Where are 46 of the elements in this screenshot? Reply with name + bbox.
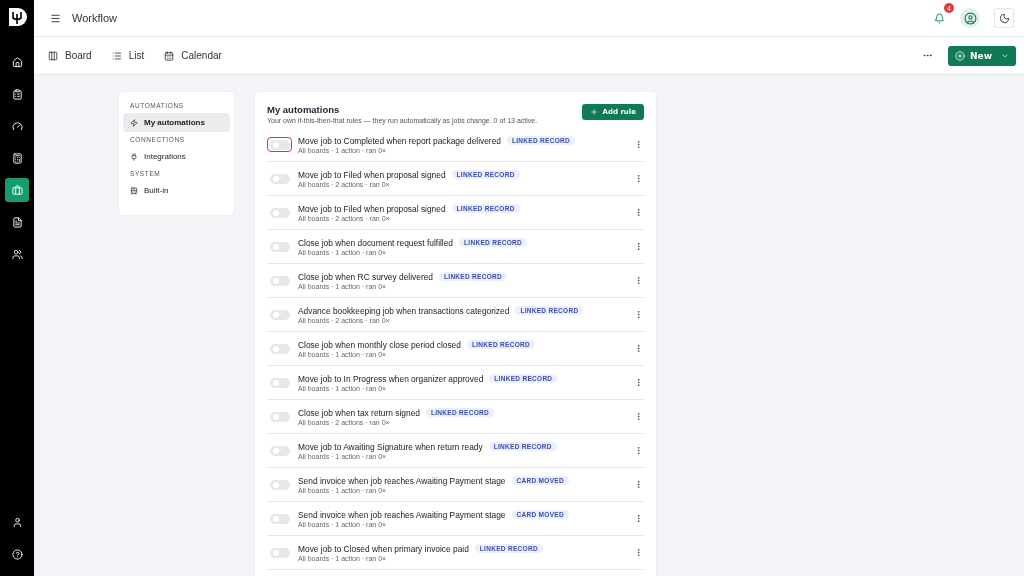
view-tab[interactable]: List bbox=[103, 46, 153, 65]
toggle-switch[interactable] bbox=[269, 411, 290, 422]
toggle-switch[interactable] bbox=[269, 173, 290, 184]
briefcase-nav-icon[interactable] bbox=[5, 178, 29, 202]
rule-name: Move job to Completed when report package delivered bbox=[298, 135, 501, 146]
avatar-icon[interactable] bbox=[960, 8, 980, 28]
toggle-switch[interactable] bbox=[269, 343, 290, 354]
toggle-switch[interactable] bbox=[269, 275, 290, 286]
train-icon bbox=[130, 186, 138, 195]
toggle-switch[interactable] bbox=[269, 241, 290, 252]
plus-circle-icon bbox=[955, 50, 966, 61]
rule-name: Close job when RC survey delivered bbox=[298, 271, 433, 282]
view-tab[interactable]: Board bbox=[40, 46, 100, 65]
rule-name: Move job to Closed when primary invoice paid bbox=[298, 543, 469, 554]
panel-title: My automations bbox=[267, 104, 341, 115]
toggle-switch[interactable] bbox=[269, 377, 290, 388]
rule-name: Close job when monthly close period closed bbox=[298, 339, 461, 350]
rule-name: Send invoice when job reaches Awaiting Payment stage bbox=[298, 475, 506, 486]
rule-name: Move job to Filed when proposal signed bbox=[298, 203, 446, 214]
plug-icon bbox=[130, 152, 138, 161]
rule-name: Send invoice when job reaches Awaiting Payment stage bbox=[298, 509, 506, 520]
moon-icon[interactable] bbox=[994, 8, 1014, 28]
toggle-switch[interactable] bbox=[269, 513, 290, 524]
zap-icon bbox=[130, 118, 138, 127]
list-icon bbox=[111, 50, 122, 61]
toggle-switch[interactable] bbox=[269, 207, 290, 218]
rule-name: Move job to In Progress when organizer approved bbox=[298, 373, 484, 384]
nav-item[interactable]: Integrations bbox=[123, 147, 230, 166]
rule-name: Move job to Awaiting Signature when return ready bbox=[298, 441, 483, 452]
plus-icon bbox=[589, 108, 598, 116]
nav-item[interactable]: My automations bbox=[123, 113, 230, 132]
rule-name: Move job to Filed when proposal signed bbox=[298, 169, 446, 180]
nav-item[interactable]: Built-in bbox=[123, 181, 230, 200]
rule-name: Close job when document request fulfilled bbox=[298, 237, 454, 248]
rule-name: Close job when tax return signed bbox=[298, 407, 420, 418]
calendar-icon bbox=[164, 50, 175, 61]
logo-icon[interactable] bbox=[7, 6, 27, 28]
toggle-switch[interactable] bbox=[269, 547, 290, 558]
view-tab[interactable]: Calendar bbox=[156, 46, 230, 65]
page-title: Workflow bbox=[72, 12, 118, 24]
toggle-switch[interactable] bbox=[269, 309, 290, 320]
toggle-switch[interactable] bbox=[269, 479, 290, 490]
new-button[interactable]: New bbox=[948, 45, 1016, 66]
toggle-switch[interactable] bbox=[269, 445, 290, 456]
rule-name: Advance bookkeeping job when transactions categorized bbox=[298, 305, 510, 316]
board-icon bbox=[48, 50, 58, 61]
